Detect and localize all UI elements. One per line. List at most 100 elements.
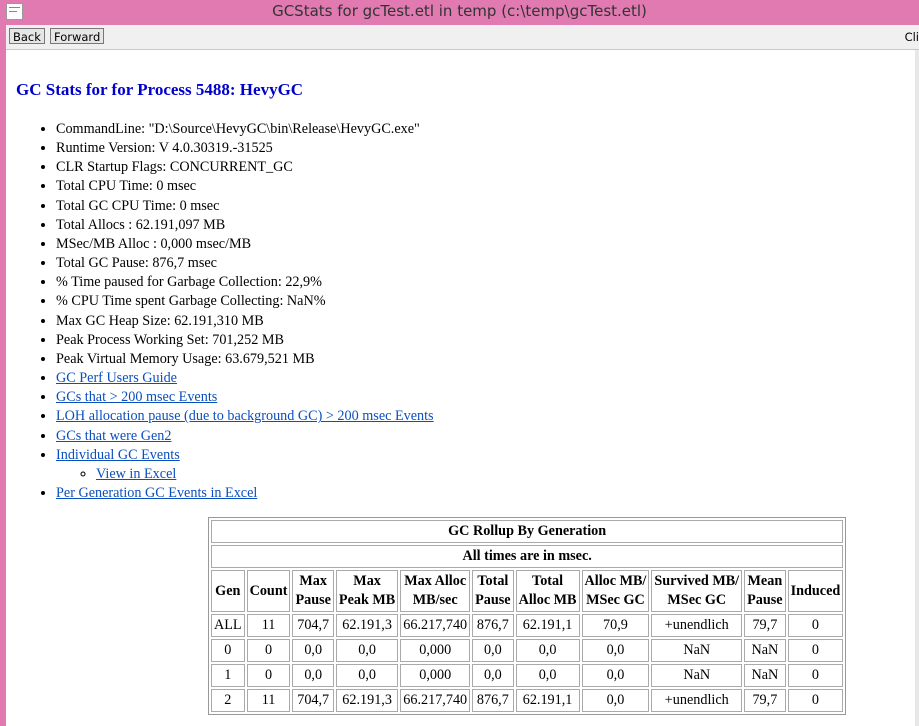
list-item: Per Generation GC Events in Excel (56, 484, 434, 503)
table-cell: NaN (744, 639, 786, 662)
table-cell: 0,000 (400, 664, 471, 687)
column-header: Max Alloc MB/sec (400, 570, 471, 612)
table-cell: 1 (211, 664, 245, 687)
forward-button[interactable]: Forward (50, 28, 105, 44)
table-row: ALL 11 704,7 62.191,3 66.217,740 876,7 62.191,… (211, 614, 844, 637)
title-bar: GCStats for gcTest.etl in temp (c:\temp\… (0, 0, 919, 24)
table-row: 1 0 0,0 0,0 0,000 0,0 0,0 0,0 NaN NaN 0 (211, 664, 844, 687)
table-cell: 0,0 (335, 664, 399, 687)
stats-list: CommandLine: "D:\Source\HevyGC\bin\Relea… (16, 120, 434, 503)
table-cell: 0,0 (292, 664, 334, 687)
column-header: Survived MB/MSec GC (651, 570, 743, 612)
table-cell: 704,7 (292, 614, 334, 637)
table-cell: 0,0 (515, 639, 580, 662)
column-header-label: Survived MB/ (654, 573, 740, 589)
link-per-generation-excel[interactable]: Per Generation GC Events in Excel (56, 485, 257, 501)
column-header-label: Mean (747, 573, 783, 589)
column-header-label: MB/sec (412, 592, 458, 608)
sub-list: View in Excel (56, 465, 434, 484)
table-row: 2 11 704,7 62.191,3 66.217,740 876,7 62.191,1 0… (211, 689, 844, 712)
stat-runtime-version: Runtime Version: V 4.0.30319.-31525 (56, 139, 434, 158)
table-cell: 0 (787, 689, 844, 712)
table-cell: 0,0 (581, 664, 650, 687)
table-cell: 0 (787, 614, 844, 637)
table-title: GC Rollup By Generation (211, 520, 844, 543)
column-header: Max Pause (292, 570, 334, 612)
table-cell: 79,7 (744, 689, 786, 712)
column-header: Count (246, 570, 291, 612)
column-header-label: Alloc MB (518, 592, 577, 608)
column-header: Total Alloc MB (515, 570, 580, 612)
column-header: Gen (211, 570, 245, 612)
table-cell: 0,0 (472, 639, 514, 662)
column-header-label: Gen (215, 582, 241, 599)
link-loh-pause[interactable]: LOH allocation pause (due to background … (56, 408, 434, 424)
table-cell: 704,7 (292, 689, 334, 712)
table-cell: +unendlich (651, 614, 743, 637)
table-cell: 62.191,3 (335, 614, 399, 637)
column-header-label: Peak MB (338, 592, 396, 608)
column-header-label: Pause (747, 592, 783, 608)
table-cell: NaN (651, 664, 743, 687)
column-header-label: Total (532, 573, 564, 589)
column-header-label: Max (353, 573, 381, 589)
table-cell: 0,0 (335, 639, 399, 662)
back-button[interactable]: Back (9, 28, 45, 44)
table-cell: 70,9 (581, 614, 650, 637)
link-individual-gc-events[interactable]: Individual GC Events (56, 447, 180, 463)
stat-time-paused: % Time paused for Garbage Collection: 22… (56, 273, 434, 292)
stat-total-allocs: Total Allocs : 62.191,097 MB (56, 216, 434, 235)
stat-max-heap: Max GC Heap Size: 62.191,310 MB (56, 312, 434, 331)
list-item: LOH allocation pause (due to background … (56, 407, 434, 426)
table-cell: 0 (787, 664, 844, 687)
app-window: GCStats for gcTest.etl in temp (c:\temp\… (0, 0, 919, 726)
list-item: GCs that were Gen2 (56, 427, 434, 446)
column-header-label: Max Alloc (404, 573, 467, 589)
stat-clr-flags: CLR Startup Flags: CONCURRENT_GC (56, 158, 434, 177)
link-gen2[interactable]: GCs that were Gen2 (56, 428, 171, 444)
column-header: Total Pause (472, 570, 514, 612)
link-view-in-excel[interactable]: View in Excel (96, 466, 176, 482)
table-cell: 0 (246, 664, 291, 687)
table-cell: 62.191,3 (335, 689, 399, 712)
table-cell: 0 (211, 639, 245, 662)
stat-total-gc-cpu: Total GC CPU Time: 0 msec (56, 197, 434, 216)
link-gc-perf-guide[interactable]: GC Perf Users Guide (56, 370, 177, 386)
table-cell: 0,000 (400, 639, 471, 662)
table-row: 0 0 0,0 0,0 0,000 0,0 0,0 0,0 NaN NaN 0 (211, 639, 844, 662)
column-header: Alloc MB/MSec GC (581, 570, 650, 612)
table-cell: 62.191,1 (515, 689, 580, 712)
table-cell: 66.217,740 (400, 689, 471, 712)
column-header: Induced (787, 570, 844, 612)
toolbar: Back Forward Cli (6, 25, 919, 50)
stat-msec-per-mb: MSec/MB Alloc : 0,000 msec/MB (56, 235, 434, 254)
column-header-label: Pause (475, 592, 511, 608)
column-header-label: Pause (295, 592, 331, 608)
table-cell: NaN (651, 639, 743, 662)
list-item: GCs that > 200 msec Events (56, 388, 434, 407)
column-header-label: Total (477, 573, 509, 589)
table-cell: 0 (246, 639, 291, 662)
list-item: GC Perf Users Guide (56, 369, 434, 388)
column-header: Max Peak MB (335, 570, 399, 612)
link-gcs-over-200[interactable]: GCs that > 200 msec Events (56, 389, 217, 405)
stat-peak-virtual: Peak Virtual Memory Usage: 63.679,521 MB (56, 350, 434, 369)
column-header-label: MSec GC (586, 592, 645, 608)
stat-total-cpu: Total CPU Time: 0 msec (56, 177, 434, 196)
table-cell: +unendlich (651, 689, 743, 712)
column-header-label: Max (299, 573, 327, 589)
stat-commandline: CommandLine: "D:\Source\HevyGC\bin\Relea… (56, 120, 434, 139)
table-cell: 0 (787, 639, 844, 662)
table-cell: 876,7 (472, 689, 514, 712)
column-header-label: Induced (790, 582, 841, 599)
table-cell: 0,0 (292, 639, 334, 662)
column-header-label: Count (249, 582, 288, 599)
browser-content: GC Stats for for Process 5488: HevyGC Co… (6, 50, 919, 726)
vertical-scrollbar[interactable] (915, 50, 919, 726)
column-header: Mean Pause (744, 570, 786, 612)
table-cell: 11 (246, 614, 291, 637)
table-cell: 0,0 (581, 689, 650, 712)
table-cell: ALL (211, 614, 245, 637)
table-cell: 79,7 (744, 614, 786, 637)
stat-peak-working-set: Peak Process Working Set: 701,252 MB (56, 331, 434, 350)
